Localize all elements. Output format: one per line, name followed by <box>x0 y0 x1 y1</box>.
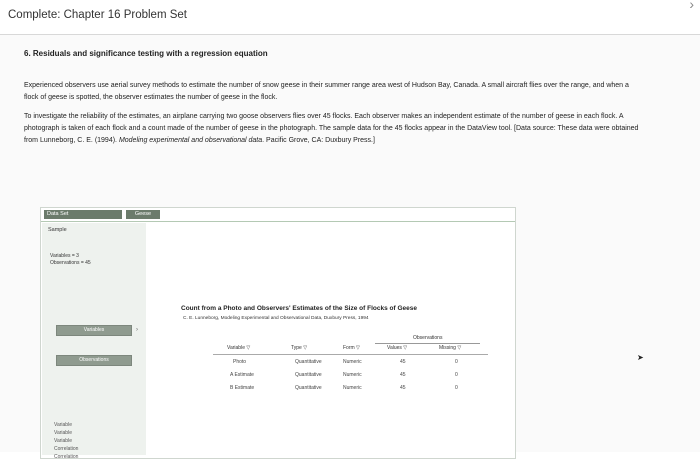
dataview-sidebar: Sample Variables = 3 Observations = 45 V… <box>42 223 146 460</box>
sidebar-list-item[interactable]: Variable <box>54 437 78 445</box>
table-title: Count from a Photo and Observers' Estima… <box>181 305 417 312</box>
dataview-tool: Data Set Geese Sample Variables = 3 Obse… <box>40 207 516 460</box>
observations-count: Observations = 45 <box>50 260 91 266</box>
column-header-label: Form <box>343 345 355 351</box>
paragraph-2-end: . Pacific Grove, CA: Duxbury Press.] <box>262 137 375 144</box>
column-header-values[interactable]: Values ▽ <box>387 345 407 351</box>
cell-missing: 0 <box>455 372 458 378</box>
problem-paragraph-1: Experienced observers use aerial survey … <box>24 82 629 101</box>
mouse-cursor-icon: ➤ <box>637 353 644 362</box>
cell-values: 45 <box>400 372 406 378</box>
column-header-label: Variable <box>227 345 245 351</box>
sidebar-list: Variable Variable Variable Correlation C… <box>54 421 78 461</box>
cell-variable: Photo <box>233 359 247 365</box>
cell-variable: B Estimate <box>230 385 255 391</box>
dataview-tab-row: Data Set Geese <box>41 208 515 222</box>
cell-values: 45 <box>400 359 406 365</box>
table-header-divider <box>213 354 488 355</box>
sidebar-list-item[interactable]: Correlation <box>54 453 78 461</box>
tab-geese[interactable]: Geese <box>126 210 160 219</box>
variables-count: Variables = 3 <box>50 253 79 259</box>
column-header-type[interactable]: Type ▽ <box>291 345 307 351</box>
cell-missing: 0 <box>455 359 458 365</box>
table-source: C. E. Lunneborg, Modeling Experimental a… <box>183 316 369 321</box>
cell-variable: A Estimate <box>230 372 254 378</box>
cell-form: Numeric <box>343 359 362 365</box>
cell-type: Quantitative <box>295 359 322 365</box>
column-header-missing[interactable]: Missing ▽ <box>439 345 461 351</box>
chevron-right-icon[interactable]: › <box>689 0 694 12</box>
observations-divider <box>375 343 480 344</box>
observations-header: Observations <box>413 335 443 341</box>
cell-form: Numeric <box>343 385 362 391</box>
sidebar-list-item[interactable]: Variable <box>54 429 78 437</box>
problem-heading: 6. Residuals and significance testing wi… <box>24 49 268 58</box>
assignment-title: Complete: Chapter 16 Problem Set <box>8 9 187 21</box>
problem-content: 6. Residuals and significance testing wi… <box>0 35 700 460</box>
cell-type: Quantitative <box>295 385 322 391</box>
paragraph-2-italic: Modeling experimental and observational … <box>118 137 263 144</box>
sidebar-list-item[interactable]: Variable <box>54 421 78 429</box>
tab-dataset[interactable]: Data Set <box>44 210 122 219</box>
title-bar: Complete: Chapter 16 Problem Set › <box>0 0 700 35</box>
variables-button[interactable]: Variables <box>56 325 132 336</box>
sample-label[interactable]: Sample <box>48 227 67 233</box>
column-header-label: Values <box>387 345 402 351</box>
column-header-variable[interactable]: Variable ▽ <box>227 345 250 351</box>
chevron-right-icon: › <box>136 327 138 333</box>
column-header-label: Type <box>291 345 302 351</box>
cell-values: 45 <box>400 385 406 391</box>
column-header-label: Missing <box>439 345 456 351</box>
cell-type: Quantitative <box>295 372 322 378</box>
observations-button[interactable]: Observations <box>56 355 132 366</box>
dataset-stats: Variables = 3 Observations = 45 <box>50 253 91 267</box>
cell-form: Numeric <box>343 372 362 378</box>
column-header-form[interactable]: Form ▽ <box>343 345 360 351</box>
cell-missing: 0 <box>455 385 458 391</box>
problem-paragraph-2: To investigate the reliability of the es… <box>24 111 644 147</box>
